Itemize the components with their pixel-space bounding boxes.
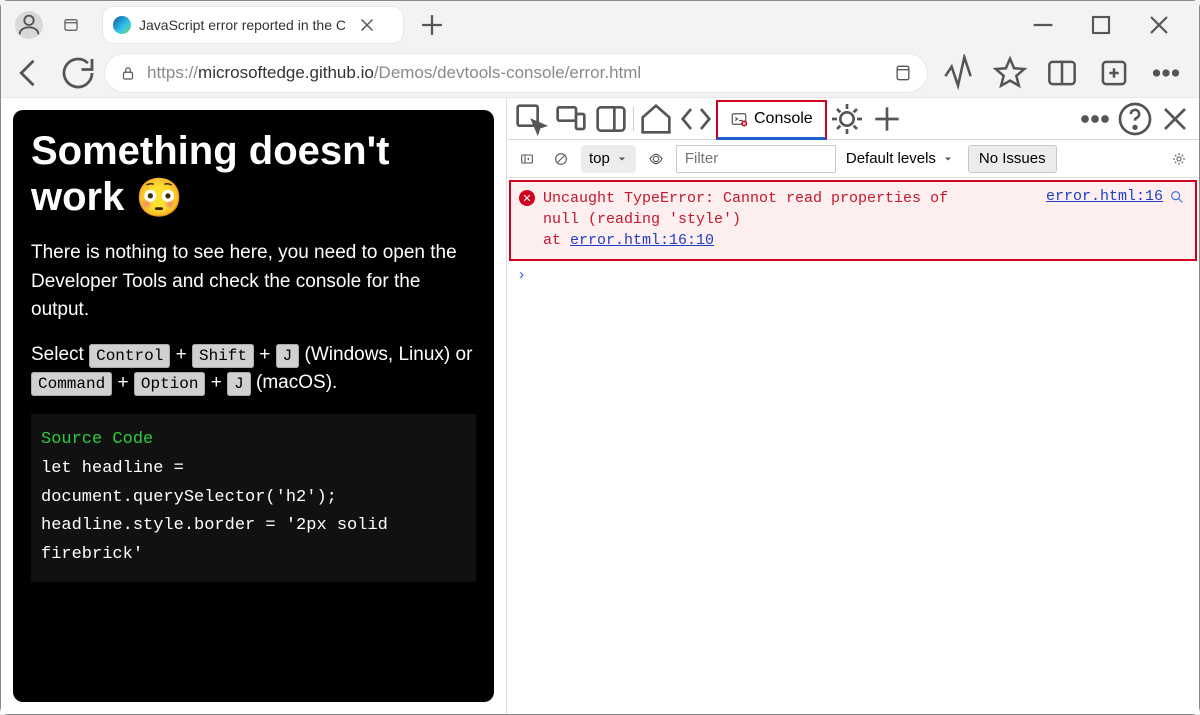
console-tab-label: Console xyxy=(754,110,813,128)
console-filter-input[interactable] xyxy=(676,145,836,173)
devtools-help-icon[interactable] xyxy=(1115,99,1155,139)
workarea: Something doesn't work 😳 There is nothin… xyxy=(1,97,1199,714)
kbd-control: Control xyxy=(89,344,170,368)
devtools-panel: Console top Default levels xyxy=(506,98,1199,714)
console-settings-icon[interactable] xyxy=(1165,145,1193,173)
page-pane: Something doesn't work 😳 There is nothin… xyxy=(1,98,506,714)
chevron-down-icon xyxy=(942,153,954,165)
favorites-icon[interactable] xyxy=(991,54,1029,92)
issues-button[interactable]: No Issues xyxy=(968,145,1057,173)
url-text: https://microsoftedge.github.io/Demos/de… xyxy=(147,63,883,83)
more-tabs-icon[interactable] xyxy=(867,99,907,139)
split-screen-icon[interactable] xyxy=(1043,54,1081,92)
tab-actions-icon[interactable] xyxy=(55,9,87,41)
more-menu-icon[interactable] xyxy=(1147,54,1185,92)
url-field[interactable]: https://microsoftedge.github.io/Demos/de… xyxy=(105,54,927,92)
code-line-1: let headline = document.querySelector('h… xyxy=(41,455,466,513)
inspect-element-icon[interactable] xyxy=(511,99,551,139)
elements-tab-icon[interactable] xyxy=(676,99,716,139)
devtools-close-icon[interactable] xyxy=(1155,99,1195,139)
live-expression-icon[interactable] xyxy=(642,145,670,173)
page-paragraph-1: There is nothing to see here, you need t… xyxy=(31,239,476,325)
console-error-entry[interactable]: ✕ Uncaught TypeError: Cannot read proper… xyxy=(509,180,1197,261)
devtools-more-icon[interactable] xyxy=(1075,99,1115,139)
search-icon[interactable] xyxy=(1169,189,1185,205)
dock-side-icon[interactable] xyxy=(591,99,631,139)
console-sidebar-toggle[interactable] xyxy=(513,145,541,173)
chevron-down-icon xyxy=(616,153,628,165)
error-badge-icon: ✕ xyxy=(519,190,535,206)
page-card: Something doesn't work 😳 There is nothin… xyxy=(13,110,494,702)
edge-favicon xyxy=(113,16,131,34)
nav-refresh-button[interactable] xyxy=(57,52,99,94)
app-available-icon[interactable] xyxy=(893,63,913,83)
devtools-tabstrip: Console xyxy=(507,98,1199,140)
new-tab-button[interactable] xyxy=(415,8,449,42)
minimize-button[interactable] xyxy=(1027,9,1059,41)
collections-icon[interactable] xyxy=(1095,54,1133,92)
context-selector[interactable]: top xyxy=(581,145,636,173)
read-aloud-icon[interactable] xyxy=(939,54,977,92)
profile-avatar[interactable] xyxy=(15,11,43,39)
maximize-button[interactable] xyxy=(1085,9,1117,41)
address-right-icons xyxy=(933,54,1191,92)
kbd-option: Option xyxy=(134,372,206,396)
console-toolbar: top Default levels No Issues xyxy=(507,140,1199,178)
error-message: Uncaught TypeError: Cannot read properti… xyxy=(543,188,1038,251)
code-line-2: headline.style.border = '2px solid fireb… xyxy=(41,512,466,570)
device-emulation-icon[interactable] xyxy=(551,99,591,139)
kbd-shift: Shift xyxy=(192,344,254,368)
welcome-tab-icon[interactable] xyxy=(636,99,676,139)
tab-title: JavaScript error reported in the C xyxy=(139,17,346,33)
nav-back-button[interactable] xyxy=(9,52,51,94)
browser-tab[interactable]: JavaScript error reported in the C xyxy=(103,7,403,43)
console-tab[interactable]: Console xyxy=(716,100,827,140)
code-header: Source Code xyxy=(41,426,466,455)
flushed-emoji: 😳 xyxy=(135,178,182,220)
console-output: ✕ Uncaught TypeError: Cannot read proper… xyxy=(507,178,1199,714)
error-source-link[interactable]: error.html:16 xyxy=(1046,188,1185,205)
console-icon xyxy=(730,110,748,128)
log-levels-dropdown[interactable]: Default levels xyxy=(846,150,954,167)
kbd-j-2: J xyxy=(227,372,251,396)
address-bar: https://microsoftedge.github.io/Demos/de… xyxy=(1,49,1199,97)
titlebar: JavaScript error reported in the C xyxy=(1,1,1199,49)
source-code-box: Source Code let headline = document.quer… xyxy=(31,414,476,582)
console-clear-button[interactable] xyxy=(547,145,575,173)
console-prompt[interactable]: › xyxy=(507,263,1199,288)
tab-close-button[interactable] xyxy=(356,14,378,36)
close-window-button[interactable] xyxy=(1143,9,1175,41)
kbd-j: J xyxy=(276,344,300,368)
lock-icon xyxy=(119,64,137,82)
kbd-command: Command xyxy=(31,372,112,396)
sources-tab-icon[interactable] xyxy=(827,99,867,139)
window-controls xyxy=(1027,1,1195,49)
stack-trace-link[interactable]: error.html:16:10 xyxy=(570,232,714,249)
page-paragraph-2: Select Control + Shift + J (Windows, Lin… xyxy=(31,341,476,398)
page-heading: Something doesn't work 😳 xyxy=(31,128,476,221)
